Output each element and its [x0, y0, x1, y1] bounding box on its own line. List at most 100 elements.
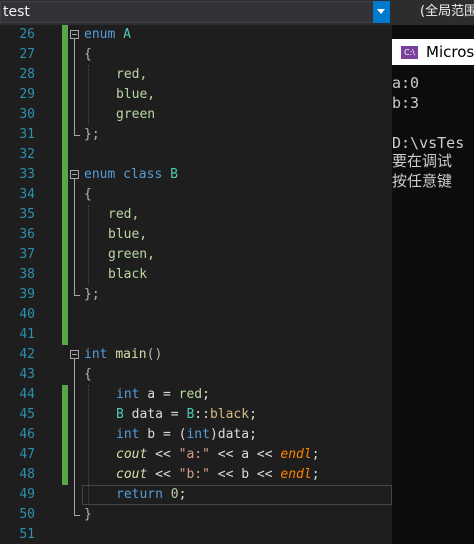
enumerator: red, [116, 67, 148, 82]
global-scope-label: (全局范围 [420, 4, 474, 19]
line-number: 51 [19, 527, 35, 542]
navigation-bar: test (全局范围 [0, 0, 474, 25]
console-title-bar[interactable]: C:\ Micros [392, 39, 474, 65]
dropdown-arrow-button[interactable] [373, 1, 390, 23]
line-number: 44 [19, 387, 35, 402]
collapse-icon[interactable] [70, 170, 79, 179]
line-number: 49 [19, 487, 35, 502]
line-number: 27 [19, 47, 35, 62]
code-text: )data; [209, 427, 257, 442]
fold-line [74, 359, 75, 515]
brace: }; [84, 287, 100, 302]
parens: () [146, 347, 163, 362]
keyword: return [116, 487, 163, 502]
code-line-34: { [84, 185, 92, 205]
code-editor[interactable]: 26 27 28 29 30 31 32 33 34 35 36 37 38 3… [0, 25, 392, 544]
enumerator: green [116, 107, 156, 122]
stream-identifier: cout [116, 467, 148, 482]
fold-line [74, 179, 75, 295]
line-number: 38 [19, 267, 35, 282]
code-line-45: B data = B::black; [116, 405, 257, 425]
change-indicator [62, 25, 68, 345]
console-title: Micros [426, 43, 474, 61]
code-line-50: } [84, 505, 92, 525]
fold-end [74, 515, 80, 516]
line-number: 35 [19, 207, 35, 222]
collapse-icon[interactable] [70, 30, 79, 39]
code-line-33: enum class B [84, 165, 178, 185]
console-window[interactable]: C:\ Micros a:0 b:3 D:\vsTes 要在调试 按任意键 [392, 25, 474, 544]
keyword: enum class [84, 167, 163, 182]
change-indicator [62, 385, 68, 485]
keyword: int [116, 387, 140, 402]
collapse-icon[interactable] [70, 350, 79, 359]
brace: } [84, 507, 92, 522]
code-line-38: black [108, 265, 147, 285]
line-number: 30 [19, 107, 35, 122]
code-line-37: green, [108, 245, 155, 265]
code-text: a = [139, 387, 179, 402]
code-text: << [147, 447, 179, 462]
code-line-28: red, [116, 65, 147, 85]
code-line-31: }; [84, 125, 100, 145]
line-number: 43 [19, 367, 35, 382]
code-line-43: { [84, 365, 92, 385]
console-output-line: 按任意键 [392, 172, 453, 190]
keyword: int [116, 427, 140, 442]
enumerator: blue, [116, 87, 156, 102]
code-text: ; [178, 487, 187, 502]
code-line-47: cout << "a:" << a << endl; [116, 445, 320, 465]
line-number: 39 [19, 287, 35, 302]
enumerator: red [178, 387, 203, 402]
console-output-line: 要在调试 [392, 152, 453, 170]
code-text: b = ( [139, 427, 187, 442]
line-number: 36 [19, 227, 35, 242]
line-number: 48 [19, 467, 35, 482]
line-number: 45 [19, 407, 35, 422]
code-text: :: [194, 407, 210, 422]
line-number: 26 [19, 27, 35, 42]
code-text: << b << [209, 467, 281, 482]
line-number: 33 [19, 167, 35, 182]
console-output-line: a:0 [392, 74, 420, 92]
code-text: data = [123, 407, 187, 422]
code-text: << [147, 467, 179, 482]
code-line-48: cout << "b:" << b << endl; [116, 465, 320, 485]
code-text: ; [249, 407, 257, 422]
type-name: B [116, 407, 124, 422]
code-line-36: blue, [108, 225, 147, 245]
console-output-line: b:3 [392, 94, 420, 112]
global-scope-dropdown[interactable]: (全局范围 [394, 1, 474, 23]
code-line-46: int b = (int)data; [116, 425, 257, 445]
enumerator: green, [108, 247, 155, 262]
code-line-35: red, [108, 205, 139, 225]
keyword: int [186, 427, 210, 442]
line-number: 42 [19, 347, 35, 362]
line-number: 46 [19, 427, 35, 442]
endl-identifier: endl [280, 467, 312, 482]
line-number: 40 [19, 307, 35, 322]
chevron-down-icon [377, 9, 385, 14]
string-literal: "b:" [178, 467, 210, 482]
line-number: 47 [19, 447, 35, 462]
console-output-line: D:\vsTes [392, 134, 465, 152]
code-line-49: return 0; [116, 485, 186, 505]
fold-end [74, 135, 80, 136]
code-text: ; [311, 447, 320, 462]
code-line-29: blue, [116, 85, 155, 105]
string-literal: "a:" [178, 447, 210, 462]
code-line-30: green [116, 105, 155, 125]
line-number: 37 [19, 247, 35, 262]
stream-identifier: cout [116, 447, 148, 462]
enum-name: B [170, 167, 178, 182]
indent-guide [88, 65, 90, 125]
brace: { [84, 187, 92, 202]
line-number: 28 [19, 67, 35, 82]
code-text: << a << [209, 447, 281, 462]
keyword: enum [84, 27, 116, 42]
code-text: ; [311, 467, 320, 482]
brace: }; [84, 127, 100, 142]
line-number: 29 [19, 87, 35, 102]
project-scope-dropdown[interactable]: test [0, 1, 390, 23]
fold-end [74, 295, 80, 296]
